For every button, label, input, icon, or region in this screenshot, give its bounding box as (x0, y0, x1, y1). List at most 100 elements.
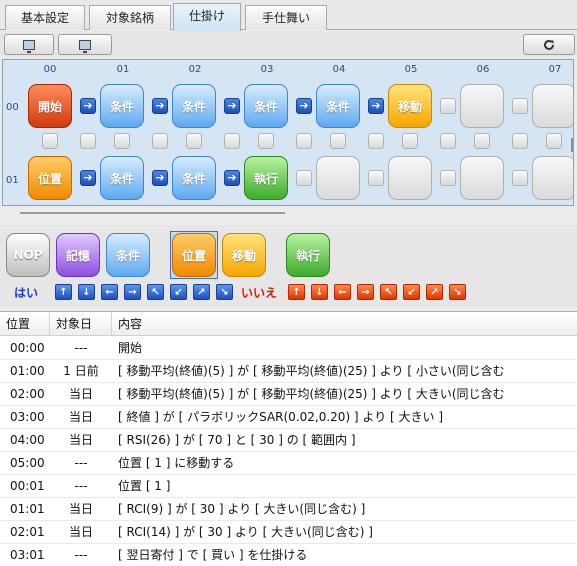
table-row[interactable]: 00:01 --- 位置 [ 1 ] (0, 475, 577, 498)
table-row[interactable]: 03:00 当日 [ 終値 ] が [ パラボリックSAR(0.02,0.20) ]… (0, 406, 577, 429)
table-row[interactable]: 01:01 当日 [ RCI(9) ] が [ 30 ] より [ 大きい(同じ含む… (0, 498, 577, 521)
node-execute[interactable]: 執行 (244, 156, 288, 200)
no-up-left-arrow-icon[interactable]: ↖ (380, 284, 397, 300)
yes-down-arrow-icon[interactable]: ↓ (78, 284, 95, 300)
header-target-day[interactable]: 対象日 (50, 312, 112, 336)
empty-cell[interactable] (316, 156, 360, 200)
empty-cell[interactable] (460, 156, 504, 200)
tab-exit[interactable]: 手仕舞い (245, 5, 327, 30)
refresh-button[interactable] (523, 34, 575, 55)
connector-slot[interactable] (114, 133, 130, 149)
yes-down-right-arrow-icon[interactable]: ↘ (216, 284, 233, 300)
palette-move-button[interactable]: 移動 (222, 233, 266, 277)
connector-slot[interactable] (440, 98, 456, 114)
cell-position: 00:01 (10, 479, 45, 493)
table-row[interactable]: 05:00 --- 位置 [ 1 ] に移動する (0, 452, 577, 475)
connector-slot[interactable] (368, 170, 384, 186)
arrow-right-icon: ➔ (152, 98, 168, 114)
table-row[interactable]: 04:00 当日 [ RSI(26) ] が [ 70 ] と [ 30 ] の [… (0, 429, 577, 452)
no-down-arrow-icon[interactable]: ↓ (311, 284, 328, 300)
connector-slot[interactable] (512, 170, 528, 186)
connector-slot[interactable] (368, 133, 384, 149)
screen-button-1[interactable] (4, 34, 54, 55)
yes-right-arrow-icon[interactable]: → (124, 284, 141, 300)
connector-slot[interactable] (80, 133, 96, 149)
no-down-left-arrow-icon[interactable]: ↙ (403, 284, 420, 300)
arrow-right-icon: ➔ (80, 170, 96, 186)
cell-target-day: 1 日前 (63, 364, 99, 378)
palette-memory-button[interactable]: 記憶 (56, 233, 100, 277)
connector-slot[interactable] (440, 133, 456, 149)
cell-position: 02:00 (10, 387, 45, 401)
header-content[interactable]: 内容 (112, 312, 577, 336)
node-condition[interactable]: 条件 (316, 84, 360, 128)
connector-slot[interactable] (512, 98, 528, 114)
cell-target-day: 当日 (68, 410, 93, 424)
cell-position: 01:01 (10, 502, 45, 516)
monitor-icon (79, 39, 91, 53)
no-down-right-arrow-icon[interactable]: ↘ (449, 284, 466, 300)
connector-slot[interactable] (402, 133, 418, 149)
node-position[interactable]: 位置 (28, 156, 72, 200)
tab-basic-settings[interactable]: 基本設定 (5, 5, 85, 30)
yes-up-left-arrow-icon[interactable]: ↖ (147, 284, 164, 300)
node-condition[interactable]: 条件 (244, 84, 288, 128)
connector-slot[interactable] (114, 205, 130, 206)
row-label: 00 (6, 102, 19, 113)
yes-left-arrow-icon[interactable]: ← (101, 284, 118, 300)
palette-nop-button[interactable]: NOP (6, 233, 50, 277)
node-start[interactable]: 開始 (28, 84, 72, 128)
connector-slot[interactable] (330, 133, 346, 149)
vertical-scrollbar-thumb[interactable] (571, 138, 573, 152)
connector-slot[interactable] (224, 133, 240, 149)
connector-slot[interactable] (296, 170, 312, 186)
no-left-arrow-icon[interactable]: ← (334, 284, 351, 300)
palette-execute-button[interactable]: 執行 (286, 233, 330, 277)
no-right-arrow-icon[interactable]: → (357, 284, 374, 300)
screen-button-2[interactable] (58, 34, 112, 55)
connector-slot[interactable] (512, 133, 528, 149)
table-row[interactable]: 02:01 当日 [ RCI(14) ] が [ 30 ] より [ 大きい(同じ含… (0, 521, 577, 544)
connector-slot[interactable] (440, 170, 456, 186)
table-row[interactable]: 00:00 --- 開始 (0, 337, 577, 360)
connector-slot[interactable] (186, 133, 202, 149)
yes-down-left-arrow-icon[interactable]: ↙ (170, 284, 187, 300)
header-position[interactable]: 位置 (0, 312, 50, 336)
node-move[interactable]: 移動 (388, 84, 432, 128)
connector-slot[interactable] (296, 133, 312, 149)
connector-slot[interactable] (42, 205, 58, 206)
yes-label: はい (14, 286, 39, 300)
cell-position: 02:01 (10, 525, 45, 539)
node-condition[interactable]: 条件 (100, 156, 144, 200)
horizontal-scrollbar[interactable] (20, 212, 285, 214)
connector-slot[interactable] (258, 205, 274, 206)
connector-slot[interactable] (42, 133, 58, 149)
table-row[interactable]: 03:01 --- [ 翌日寄付 ] で [ 買い ] を仕掛ける (0, 544, 577, 566)
palette-position-button[interactable]: 位置 (172, 233, 216, 277)
empty-cell[interactable] (388, 156, 432, 200)
yes-up-right-arrow-icon[interactable]: ↗ (193, 284, 210, 300)
connector-slot[interactable] (186, 205, 202, 206)
no-up-arrow-icon[interactable]: ↑ (288, 284, 305, 300)
flowchart-canvas[interactable]: 00 01 02 03 04 05 06 07 00 01 開始 ➔ 条件 ➔ … (2, 59, 574, 206)
connector-slot[interactable] (152, 133, 168, 149)
connector-slot[interactable] (258, 133, 274, 149)
cell-content: [ 移動平均(終値)(5) ] が [ 移動平均(終値)(25) ] より [ … (118, 387, 505, 401)
empty-cell[interactable] (532, 156, 573, 200)
tab-entry[interactable]: 仕掛け (173, 3, 241, 31)
tab-target-stocks[interactable]: 対象銘柄 (89, 5, 171, 30)
empty-cell[interactable] (460, 84, 504, 128)
table-row[interactable]: 01:00 1 日前 [ 移動平均(終値)(5) ] が [ 移動平均(終値)(25… (0, 360, 577, 383)
yes-up-arrow-icon[interactable]: ↑ (55, 284, 72, 300)
empty-cell[interactable] (532, 84, 573, 128)
table-row[interactable]: 02:00 当日 [ 移動平均(終値)(5) ] が [ 移動平均(終値)(25) … (0, 383, 577, 406)
connector-slot[interactable] (474, 133, 490, 149)
column-label: 05 (404, 64, 418, 75)
node-condition[interactable]: 条件 (100, 84, 144, 128)
palette-condition-button[interactable]: 条件 (106, 233, 150, 277)
column-label: 07 (548, 64, 562, 75)
no-up-right-arrow-icon[interactable]: ↗ (426, 284, 443, 300)
node-condition[interactable]: 条件 (172, 84, 216, 128)
node-condition[interactable]: 条件 (172, 156, 216, 200)
connector-slot[interactable] (546, 133, 562, 149)
